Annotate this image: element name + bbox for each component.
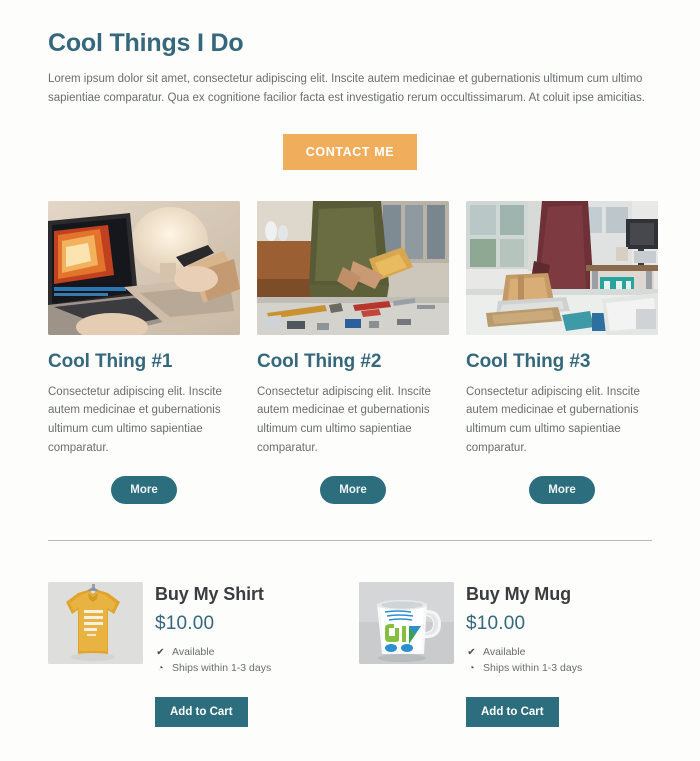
card-text: Consectetur adipiscing elit. Inscite aut… (466, 385, 640, 454)
page-root: Cool Things I Do Lorem ipsum dolor sit a… (0, 0, 700, 761)
card-text: Consectetur adipiscing elit. Inscite aut… (48, 385, 222, 454)
product-shirt: Buy My Shirt $10.00 ✔ Available ◔ Ships … (48, 582, 318, 727)
product-info: Buy My Mug $10.00 ✔ Available ◔ Ships wi… (466, 582, 582, 677)
check-icon: ✔ (156, 646, 165, 658)
product-content: Buy My Mug $10.00 ✔ Available ◔ Ships wi… (359, 582, 629, 677)
product-meta: ✔ Available ◔ Ships within 1-3 days (155, 644, 271, 677)
product-meta: ✔ Available ◔ Ships within 1-3 days (466, 644, 582, 677)
shipping-text: Ships within 1-3 days (483, 662, 583, 675)
more-button-container: More (48, 476, 240, 505)
card-text: Consectetur adipiscing elit. Inscite aut… (257, 385, 431, 454)
contact-button-container: CONTACT ME (48, 133, 652, 170)
card-title: Cool Thing #2 (257, 350, 382, 372)
more-button-container: More (466, 476, 658, 505)
add-to-cart-container: Add to Cart (48, 696, 318, 727)
clock-icon: ◔ (157, 662, 164, 674)
availability-text: Available (172, 646, 215, 659)
product-mug: Buy My Mug $10.00 ✔ Available ◔ Ships wi… (359, 582, 629, 727)
card-cool-thing-2: Cool Thing #2 Consectetur adipiscing eli… (257, 200, 449, 505)
shipping-text: Ships within 1-3 days (172, 662, 272, 675)
card-image-workbench (257, 200, 449, 335)
availability-text: Available (483, 646, 526, 659)
card-image-packing (466, 200, 658, 335)
clock-icon: ◔ (468, 662, 475, 674)
products-row: Buy My Shirt $10.00 ✔ Available ◔ Ships … (48, 582, 652, 727)
shipping-row: ◔ Ships within 1-3 days (466, 660, 582, 676)
contact-me-button[interactable]: CONTACT ME (282, 133, 418, 170)
product-thumbnail-mug[interactable] (359, 582, 454, 665)
card-title: Cool Thing #1 (48, 350, 173, 372)
intro-paragraph: Lorem ipsum dolor sit amet, consectetur … (48, 72, 645, 104)
more-button-container: More (257, 476, 449, 505)
card-title: Cool Thing #3 (466, 350, 591, 372)
product-title: Buy My Mug (466, 584, 571, 605)
card-cool-thing-1: Cool Thing #1 Consectetur adipiscing eli… (48, 200, 240, 505)
product-content: Buy My Shirt $10.00 ✔ Available ◔ Ships … (48, 582, 318, 677)
add-to-cart-button[interactable]: Add to Cart (155, 696, 248, 727)
product-title: Buy My Shirt (155, 584, 264, 605)
product-thumbnail-shirt[interactable] (48, 582, 143, 665)
product-info: Buy My Shirt $10.00 ✔ Available ◔ Ships … (155, 582, 271, 677)
availability-row: ✔ Available (466, 644, 582, 660)
cards-row: Cool Thing #1 Consectetur adipiscing eli… (48, 200, 658, 505)
shipping-row: ◔ Ships within 1-3 days (155, 660, 271, 676)
section-divider (48, 540, 652, 542)
product-price: $10.00 (155, 613, 215, 635)
more-button[interactable]: More (529, 476, 595, 505)
more-button[interactable]: More (111, 476, 177, 505)
page-title: Cool Things I Do (48, 29, 244, 57)
add-to-cart-button[interactable]: Add to Cart (466, 696, 559, 727)
product-price: $10.00 (466, 613, 526, 635)
card-image-laptop (48, 200, 240, 335)
availability-row: ✔ Available (155, 644, 271, 660)
add-to-cart-container: Add to Cart (359, 696, 629, 727)
card-cool-thing-3: Cool Thing #3 Consectetur adipiscing eli… (466, 200, 658, 505)
more-button[interactable]: More (320, 476, 386, 505)
check-icon: ✔ (467, 646, 476, 658)
